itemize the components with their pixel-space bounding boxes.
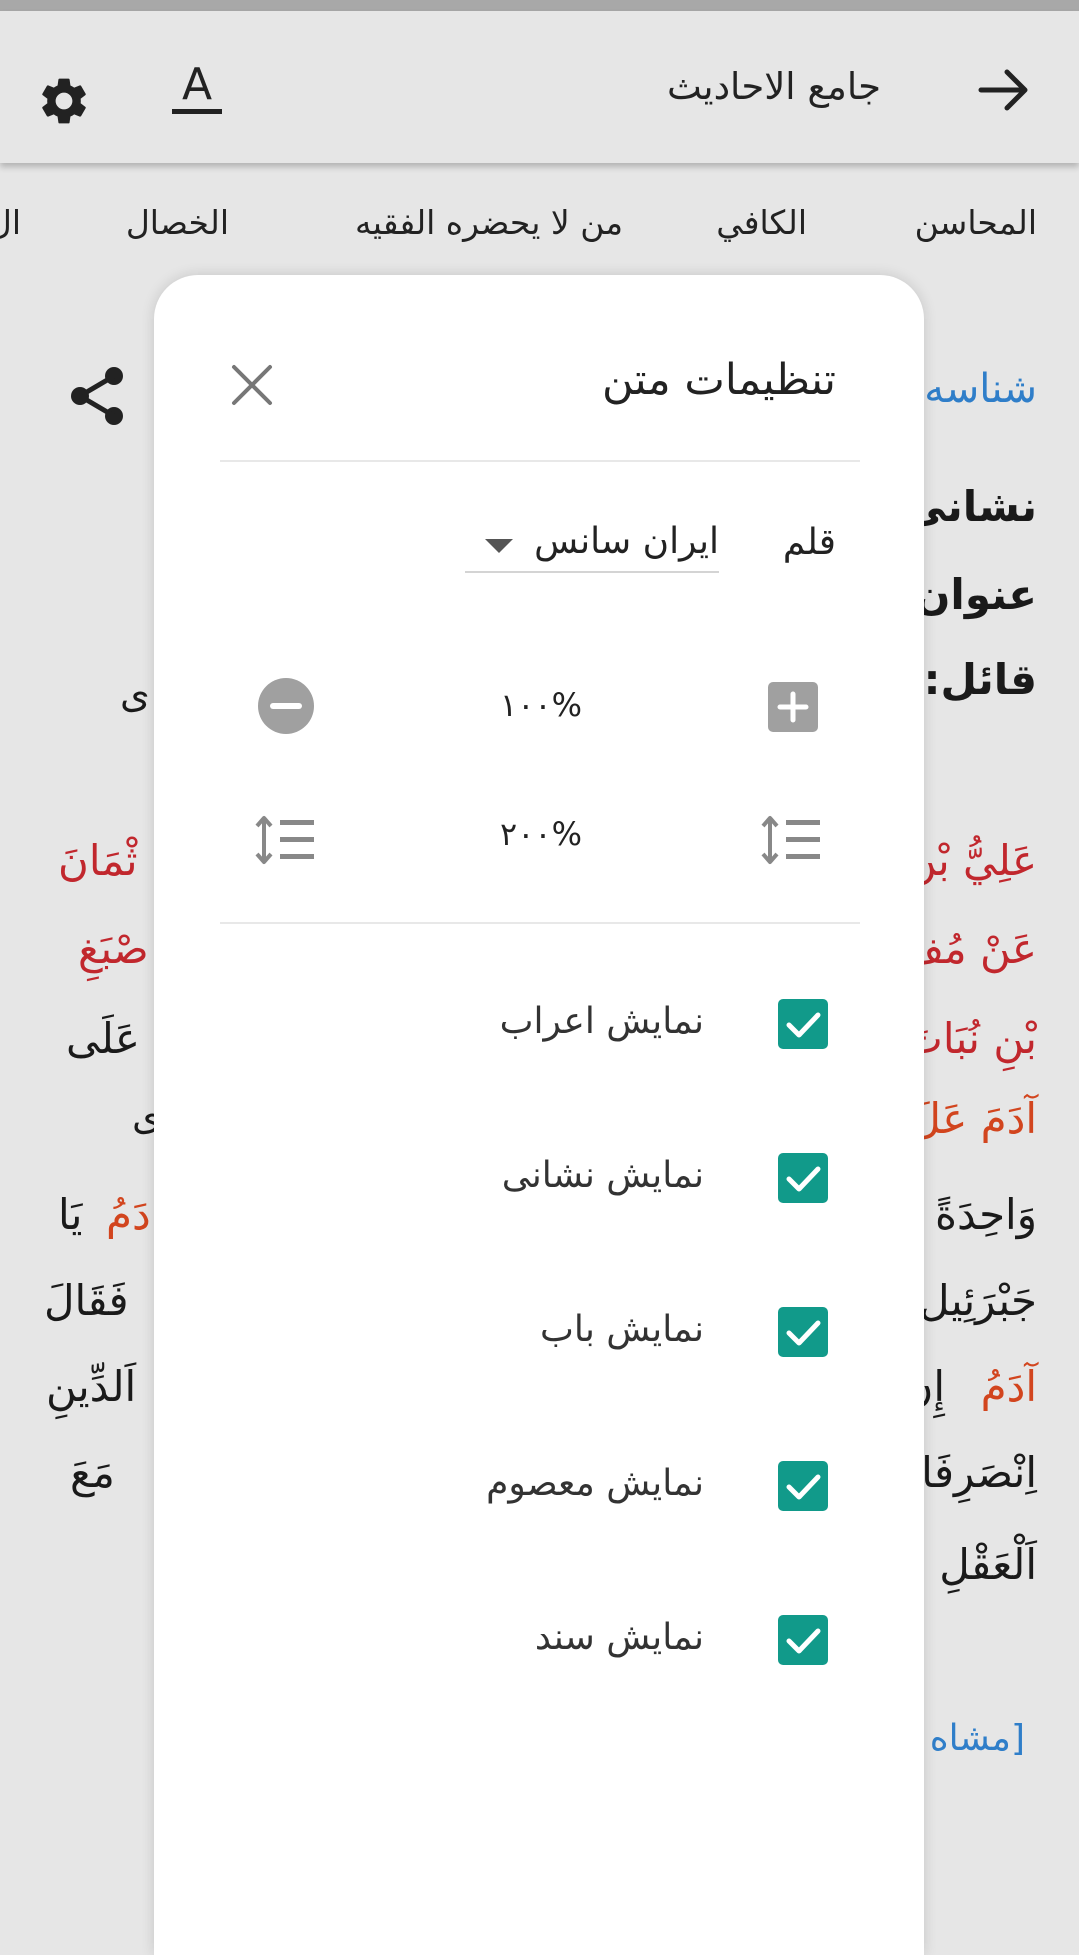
book-tabs: المحاسن الكافي من لا يحضره الفقيه الخصال… — [0, 163, 1079, 273]
app-title: جامع الاحادیث — [666, 65, 881, 108]
hadith-line-8-left: مَعَ — [70, 1448, 115, 1497]
status-bar-strip — [0, 0, 1079, 11]
hadith-speaker-left: ی — [120, 672, 150, 716]
hadith-line-1-right: عَلِيُّ بْن — [906, 836, 1037, 885]
hadith-line-4-right: آدَمَ عَلَ — [910, 1094, 1037, 1143]
decrease-font-size-button[interactable] — [258, 678, 314, 734]
hadith-line-2-left: صْبَغِ — [78, 924, 149, 973]
hadith-line-5-left-orange: دَمُ — [106, 1190, 151, 1239]
panel-divider-top — [220, 460, 860, 462]
share-icon[interactable] — [70, 366, 126, 426]
text-settings-panel: تنظیمات متن قلم ایران سانس ۱۰۰% ۲۰۰% نما… — [154, 275, 924, 1955]
checkbox-label: نمایش نشانی — [501, 1155, 704, 1196]
hadith-line-6-right: جَبْرَئِيل — [919, 1276, 1037, 1325]
checkbox-row-neshani[interactable]: نمایش نشانی — [154, 1149, 924, 1209]
close-icon[interactable] — [230, 363, 274, 407]
hadith-line-3-left: عَلَى — [66, 1014, 140, 1063]
checkbox-label: نمایش باب — [539, 1309, 704, 1350]
check-icon — [786, 1320, 821, 1346]
checkbox-show-masoum[interactable] — [778, 1461, 828, 1511]
font-size-value: ۱۰۰% — [500, 686, 582, 724]
hadith-line-7-right-orange: آدَمُ — [980, 1362, 1037, 1411]
panel-divider-middle — [220, 922, 860, 924]
hadith-line-5-left: يَا — [58, 1190, 83, 1239]
checkbox-show-erab[interactable] — [778, 999, 828, 1049]
tab-al-khisal[interactable]: الخصال — [126, 203, 229, 242]
tab-al-kafi[interactable]: الكافي — [716, 203, 807, 242]
hadith-id-label[interactable]: شناسه — [924, 366, 1037, 412]
text-format-glyph: A — [182, 59, 212, 110]
check-icon — [786, 1166, 821, 1192]
check-icon — [786, 1628, 821, 1654]
panel-title: تنظیمات متن — [601, 355, 836, 405]
line-height-value: ۲۰۰% — [500, 815, 582, 853]
checkbox-label: نمایش معصوم — [486, 1463, 704, 1504]
gear-icon[interactable] — [36, 73, 92, 129]
hadith-line-7-left: اَلدِّينِ — [46, 1362, 137, 1411]
app-bar: جامع الاحادیث A — [0, 11, 1079, 163]
check-icon — [786, 1012, 821, 1038]
font-family-dropdown[interactable]: ایران سانس — [465, 507, 719, 573]
tab-al-mahasin[interactable]: المحاسن — [915, 203, 1037, 242]
increase-line-height-button[interactable] — [760, 813, 824, 867]
checkbox-row-masoum[interactable]: نمایش معصوم — [154, 1457, 924, 1517]
checkbox-row-erab[interactable]: نمایش اعراب — [154, 995, 924, 1055]
line-spacing-icon — [255, 816, 314, 864]
checkbox-show-neshani[interactable] — [778, 1153, 828, 1203]
arrow-right-icon[interactable] — [977, 63, 1031, 117]
checkbox-label: نمایش اعراب — [499, 1001, 704, 1042]
font-family-value: ایران سانس — [534, 521, 719, 562]
check-icon — [786, 1474, 821, 1500]
font-label: قلم — [782, 522, 836, 563]
minus-icon — [270, 703, 302, 709]
hadith-line-1-left: ثْمَانَ — [58, 836, 138, 885]
checkbox-row-bab[interactable]: نمایش باب — [154, 1303, 924, 1363]
checkbox-show-bab[interactable] — [778, 1307, 828, 1357]
hadith-address-label: نشانی — [904, 482, 1037, 531]
tab-man-la-yahduruh[interactable]: من لا يحضره الفقيه — [355, 203, 623, 242]
plus-icon — [777, 691, 809, 723]
checkbox-label: نمایش سند — [534, 1617, 704, 1658]
hadith-line-9-right: اَلْعَقْلِ — [939, 1540, 1037, 1589]
hadith-line-8-right: اِنْصَرِفَا — [921, 1448, 1037, 1497]
decrease-line-height-button[interactable] — [254, 813, 318, 867]
see-more-link[interactable]: [مشاه — [930, 1718, 1025, 1759]
hadith-line-5-right: وَاحِدَةً — [935, 1190, 1037, 1239]
hadith-line-6-left: فَقَالَ — [44, 1276, 129, 1325]
checkbox-show-sanad[interactable] — [778, 1615, 828, 1665]
tab-partial[interactable]: ال — [0, 203, 21, 242]
hadith-title-label: عنوان — [914, 570, 1037, 619]
increase-font-size-button[interactable] — [768, 682, 818, 732]
caret-down-icon — [485, 539, 513, 553]
text-format-icon[interactable]: A — [170, 59, 224, 121]
checkbox-row-sanad[interactable]: نمایش سند — [154, 1611, 924, 1671]
line-spacing-icon — [761, 816, 820, 864]
